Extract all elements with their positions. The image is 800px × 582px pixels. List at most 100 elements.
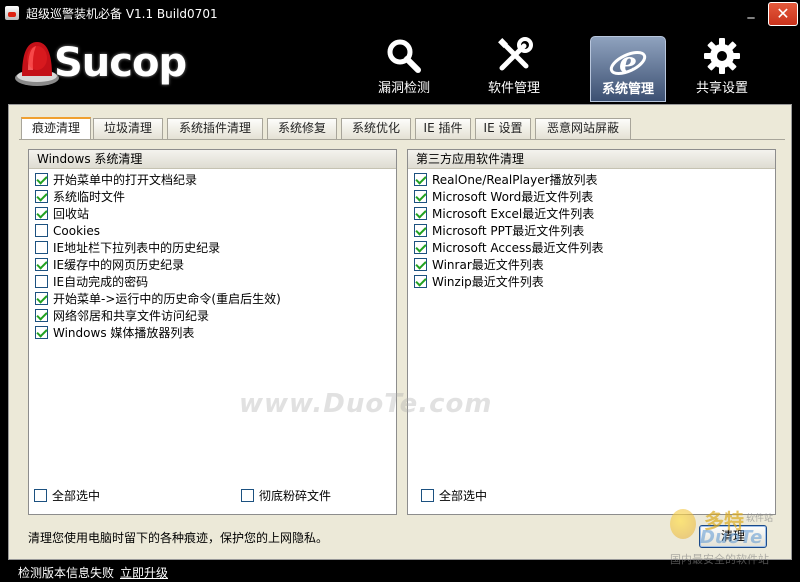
header: Sucop 漏洞检测 软件管理 e 系统管理 共享设置 <box>0 26 800 104</box>
tab-ie-settings[interactable]: IE 设置 <box>475 118 531 139</box>
tab-system-repair[interactable]: 系统修复 <box>267 118 337 139</box>
list-item[interactable]: Microsoft PPT最近文件列表 <box>408 222 775 239</box>
checkbox[interactable] <box>34 489 47 502</box>
item-label: Winrar最近文件列表 <box>432 258 544 272</box>
checkbox[interactable] <box>35 173 48 186</box>
magnifier-icon <box>387 39 421 73</box>
checkbox[interactable] <box>35 207 48 220</box>
list-item[interactable]: Microsoft Excel最近文件列表 <box>408 205 775 222</box>
list-item[interactable]: IE缓存中的网页历史纪录 <box>29 256 396 273</box>
select-all-label: 全部选中 <box>439 489 488 503</box>
nav-share[interactable]: 共享设置 <box>684 30 760 100</box>
item-label: 开始菜单中的打开文档纪录 <box>53 173 198 187</box>
svg-text:e: e <box>619 46 637 79</box>
window-title: 超级巡警装机必备 V1.1 Build0701 <box>26 7 218 21</box>
list-item[interactable]: Microsoft Access最近文件列表 <box>408 239 775 256</box>
checkbox[interactable] <box>414 173 427 186</box>
checkbox[interactable] <box>414 207 427 220</box>
list-item[interactable]: 开始菜单中的打开文档纪录 <box>29 171 396 188</box>
item-label: Microsoft Word最近文件列表 <box>432 190 594 204</box>
list-item[interactable]: Cookies <box>29 222 396 239</box>
checkbox[interactable] <box>35 275 48 288</box>
tab-trace-clean[interactable]: 痕迹清理 <box>21 117 91 139</box>
item-label: 网络邻居和共享文件访问纪录 <box>53 309 210 323</box>
logo-text: Sucop <box>54 40 187 86</box>
checkbox[interactable] <box>414 275 427 288</box>
sucop-logo: Sucop <box>14 30 194 94</box>
panel-header: 第三方应用软件清理 <box>408 150 775 169</box>
ie-globe-icon: e <box>609 46 647 79</box>
gear-icon <box>704 38 740 74</box>
app-icon <box>5 6 19 20</box>
checkbox[interactable] <box>35 258 48 271</box>
panel-header: Windows 系统清理 <box>29 150 396 169</box>
nav-label: 漏洞检测 <box>377 81 430 96</box>
item-label: Windows 媒体播放器列表 <box>53 326 195 340</box>
list-item[interactable]: Microsoft Word最近文件列表 <box>408 188 775 205</box>
description-text: 清理您使用电脑时留下的各种痕迹，保护您的上网隐私。 <box>28 531 329 545</box>
nav-software[interactable]: 软件管理 <box>476 30 552 100</box>
item-label: Microsoft Access最近文件列表 <box>432 241 604 255</box>
title-bar: 超级巡警装机必备 V1.1 Build0701 _ ✕ <box>0 0 800 26</box>
select-all-label: 全部选中 <box>52 489 101 503</box>
item-label: Microsoft PPT最近文件列表 <box>432 224 585 238</box>
tab-malicious-site-block[interactable]: 恶意网站屏蔽 <box>535 118 631 139</box>
item-label: 开始菜单->运行中的历史命令(重启后生效) <box>53 292 281 306</box>
list-item[interactable]: IE自动完成的密码 <box>29 273 396 290</box>
app-window: 超级巡警装机必备 V1.1 Build0701 _ ✕ Sucop 漏洞检测 软… <box>0 0 800 582</box>
item-label: IE缓存中的网页历史纪录 <box>53 258 185 272</box>
tab-bar: 痕迹清理 垃圾清理 系统插件清理 系统修复 系统优化 IE 插件 IE 设置 恶… <box>21 117 791 140</box>
status-text: 检测版本信息失败 <box>18 566 115 580</box>
item-label: Winzip最近文件列表 <box>432 275 544 289</box>
tab-ie-plugins[interactable]: IE 插件 <box>415 118 471 139</box>
checkbox[interactable] <box>35 241 48 254</box>
item-label: Cookies <box>53 223 100 238</box>
shred-label: 彻底粉碎文件 <box>259 489 332 503</box>
checkbox[interactable] <box>414 190 427 203</box>
tab-divider <box>19 139 785 140</box>
tab-plugin-clean[interactable]: 系统插件清理 <box>167 118 263 139</box>
left-select-all[interactable]: 全部选中 <box>34 487 100 504</box>
nav-label: 系统管理 <box>601 82 654 97</box>
corner-watermark-logo: DuoTe <box>700 527 763 548</box>
list-item[interactable]: 开始菜单->运行中的历史命令(重启后生效) <box>29 290 396 307</box>
windows-clean-panel: Windows 系统清理 开始菜单中的打开文档纪录 系统临时文件 回收站 Coo… <box>28 149 397 515</box>
duote-watermark: www.DuoTe.com <box>239 389 493 419</box>
tab-system-optimize[interactable]: 系统优化 <box>341 118 411 139</box>
checkbox[interactable] <box>35 190 48 203</box>
list-item[interactable]: 网络邻居和共享文件访问纪录 <box>29 307 396 324</box>
checkbox[interactable] <box>414 224 427 237</box>
item-label: Microsoft Excel最近文件列表 <box>432 207 595 221</box>
checkbox[interactable] <box>421 489 434 502</box>
checkbox[interactable] <box>35 326 48 339</box>
third-party-clean-list: RealOne/RealPlayer播放列表 Microsoft Word最近文… <box>408 169 775 290</box>
list-item[interactable]: Windows 媒体播放器列表 <box>29 324 396 341</box>
list-item[interactable]: 回收站 <box>29 205 396 222</box>
checkbox[interactable] <box>241 489 254 502</box>
nav-label: 共享设置 <box>695 81 748 96</box>
list-item[interactable]: Winrar最近文件列表 <box>408 256 775 273</box>
checkbox[interactable] <box>35 292 48 305</box>
close-button[interactable]: ✕ <box>768 2 798 26</box>
nav-vuln-scan[interactable]: 漏洞检测 <box>366 30 442 100</box>
duote-mascot-icon <box>670 509 696 539</box>
main-panel: 痕迹清理 垃圾清理 系统插件清理 系统修复 系统优化 IE 插件 IE 设置 恶… <box>8 104 792 560</box>
item-label: RealOne/RealPlayer播放列表 <box>432 173 598 187</box>
list-item[interactable]: RealOne/RealPlayer播放列表 <box>408 171 775 188</box>
checkbox[interactable] <box>414 258 427 271</box>
nav-label: 软件管理 <box>487 81 540 96</box>
corner-watermark-sub: 软件站 <box>746 514 774 524</box>
nav-system[interactable]: e 系统管理 <box>590 36 666 102</box>
checkbox[interactable] <box>35 224 48 237</box>
checkbox[interactable] <box>414 241 427 254</box>
item-label: IE自动完成的密码 <box>53 275 149 289</box>
tab-junk-clean[interactable]: 垃圾清理 <box>93 118 163 139</box>
checkbox[interactable] <box>35 309 48 322</box>
list-item[interactable]: 系统临时文件 <box>29 188 396 205</box>
shred-files-option[interactable]: 彻底粉碎文件 <box>241 487 331 504</box>
right-select-all[interactable]: 全部选中 <box>421 487 487 504</box>
list-item[interactable]: Winzip最近文件列表 <box>408 273 775 290</box>
list-item[interactable]: IE地址栏下拉列表中的历史纪录 <box>29 239 396 256</box>
upgrade-link[interactable]: 立即升级 <box>120 564 168 581</box>
minimize-button[interactable]: _ <box>738 2 764 24</box>
